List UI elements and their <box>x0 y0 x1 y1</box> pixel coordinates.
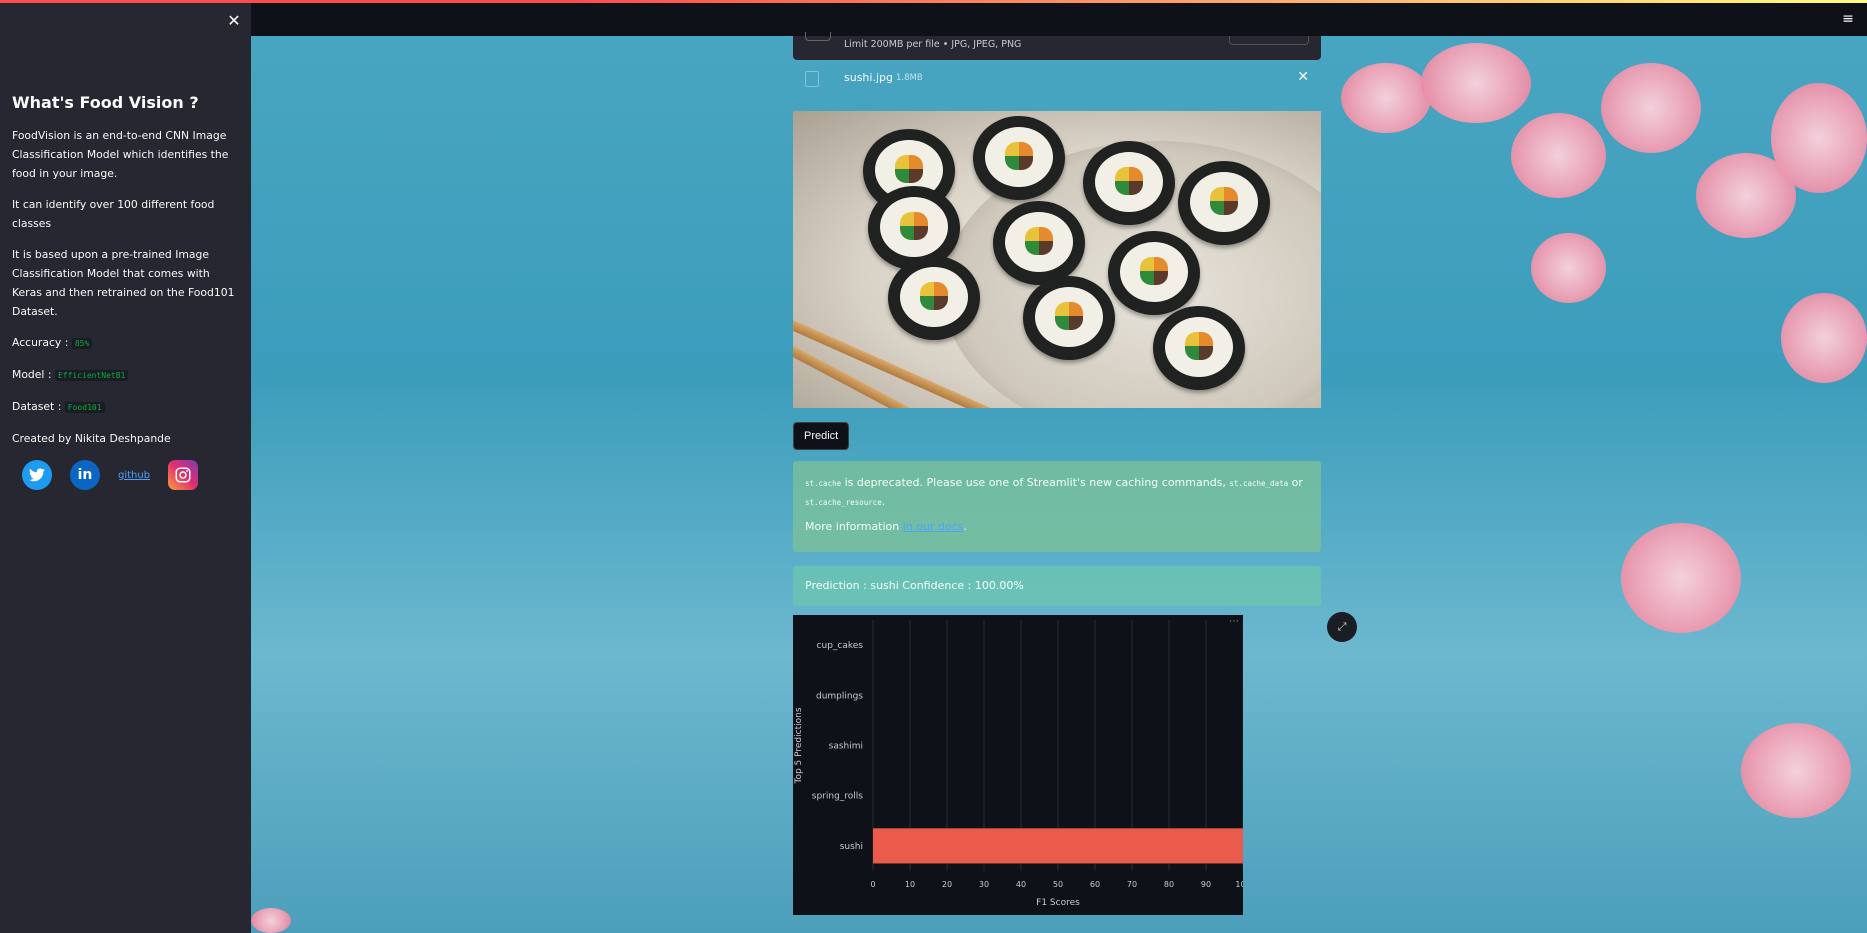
prediction-text: Prediction : sushi Confidence : 100.00% <box>805 579 1024 592</box>
warning-text-part: or <box>1288 476 1303 489</box>
more-info-end: . <box>963 520 968 533</box>
chart-svg: cup_cakes dumplings sashimi spring_rollssus… <box>794 620 1243 908</box>
file-uploader[interactable]: Limit 200MB per file • JPG, JPEG, PNG <box>793 32 1321 60</box>
tick-label: 40 <box>1016 880 1026 889</box>
file-icon <box>805 71 819 87</box>
category-label: cup_cakes <box>817 641 864 651</box>
code-st-cache-data: st.cache_data <box>1229 479 1289 488</box>
blossom-decoration <box>1421 43 1531 123</box>
uploaded-file: sushi.jpg 1.8MB ✕ <box>793 65 1321 91</box>
upload-limit-text: Limit 200MB per file • JPG, JPEG, PNG <box>844 39 1022 50</box>
predictions-chart: cup_cakes dumplings sashimi spring_rollssus… <box>793 615 1243 915</box>
warning-text: st.cache is deprecated. Please use one o… <box>805 474 1305 512</box>
code-st-cache-resource: st.cache_resource <box>805 498 882 507</box>
blossom-decoration <box>1511 113 1606 198</box>
category-label: sushi <box>840 842 863 852</box>
sidebar-title: What's Food Vision ? <box>12 93 199 112</box>
dataset-row: Dataset : Food101 <box>12 397 242 417</box>
sushi-roll-graphic <box>993 201 1085 285</box>
tick-label: 30 <box>979 880 989 889</box>
blossom-decoration <box>1781 293 1867 383</box>
remove-file-icon[interactable]: ✕ <box>1297 69 1309 85</box>
close-icon[interactable]: ✕ <box>226 13 242 29</box>
more-info-text: More information <box>805 520 903 533</box>
hamburger-menu-icon[interactable]: ≡ <box>1839 10 1857 28</box>
y-axis-title: Top 5 Predictions <box>794 707 804 784</box>
tick-label: 100 <box>1235 880 1243 889</box>
file-name: sushi.jpg <box>844 71 893 84</box>
main-area: ≡ Limit 200MB per file • JPG, JPEG, PNG … <box>251 3 1867 933</box>
expand-icon[interactable]: ⤢ <box>1327 612 1357 642</box>
sushi-roll-graphic <box>1083 141 1175 225</box>
tick-label: 50 <box>1053 880 1063 889</box>
github-icon[interactable]: github <box>118 470 150 481</box>
classes-paragraph: It can identify over 100 different food … <box>12 198 215 230</box>
blossom-decoration <box>1531 233 1606 303</box>
model-row: Model : EfficientNetB1 <box>12 365 242 385</box>
tick-label: 80 <box>1164 880 1174 889</box>
instagram-icon[interactable] <box>168 460 199 490</box>
tick-label: 90 <box>1201 880 1211 889</box>
sushi-roll-graphic <box>1108 231 1200 315</box>
description-paragraph: FoodVision is an end-to-end CNN Image Cl… <box>12 129 229 180</box>
sushi-roll-graphic <box>973 116 1065 200</box>
author-credit: Created by Nikita Deshpande <box>12 432 171 445</box>
social-links: in github <box>22 460 242 490</box>
model-info-paragraph: It is based upon a pre-trained Image Cla… <box>12 248 235 318</box>
blossom-decoration <box>1601 63 1701 153</box>
sushi-roll-graphic <box>1153 306 1245 390</box>
accuracy-label: Accuracy : <box>12 336 69 349</box>
blossom-decoration <box>1621 523 1741 633</box>
model-value: EfficientNetB1 <box>54 370 129 381</box>
tick-label: 0 <box>870 880 875 889</box>
app-header: ≡ <box>251 3 1867 36</box>
blossom-decoration <box>1771 83 1867 193</box>
tick-label: 10 <box>905 880 915 889</box>
warning-text-part: is deprecated. Please use one of Streaml… <box>841 476 1230 489</box>
blossom-decoration <box>1341 63 1431 133</box>
chart-menu-icon[interactable]: ⋯ <box>1229 616 1239 627</box>
upload-icon <box>805 32 831 41</box>
prediction-result: Prediction : sushi Confidence : 100.00% <box>793 566 1321 606</box>
bar <box>873 828 1243 864</box>
uploaded-image <box>793 111 1321 408</box>
tick-label: 20 <box>942 880 952 889</box>
sidebar: ✕ What's Food Vision ? FoodVision is an … <box>0 3 251 933</box>
browse-files-button[interactable] <box>1229 36 1309 45</box>
code-st-cache: st.cache <box>805 479 842 488</box>
category-label: sashimi <box>829 742 863 752</box>
sushi-roll-graphic <box>1178 161 1270 245</box>
dataset-label: Dataset : <box>12 400 62 413</box>
twitter-icon[interactable] <box>22 460 52 490</box>
sushi-roll-graphic <box>1023 276 1115 360</box>
docs-link[interactable]: in our docs <box>903 520 964 533</box>
predict-button[interactable]: Predict <box>793 422 850 450</box>
dataset-value: Food101 <box>64 402 105 413</box>
file-size: 1.8MB <box>896 73 923 83</box>
x-axis-title: F1 Scores <box>1036 898 1080 908</box>
linkedin-icon[interactable]: in <box>70 460 100 490</box>
sushi-roll-graphic <box>888 256 980 340</box>
tick-label: 60 <box>1090 880 1100 889</box>
more-info-line: More information in our docs. <box>805 520 967 533</box>
accuracy-row: Accuracy : 85% <box>12 333 242 353</box>
deprecation-warning: st.cache is deprecated. Please use one o… <box>793 461 1321 552</box>
tick-label: 70 <box>1127 880 1137 889</box>
model-label: Model : <box>12 368 52 381</box>
sidebar-content: What's Food Vision ? FoodVision is an en… <box>12 85 242 490</box>
accuracy-value: 85% <box>71 338 93 349</box>
warning-text-part: . <box>881 495 886 508</box>
blossom-decoration <box>251 908 291 933</box>
category-label: spring_rolls <box>812 792 864 802</box>
category-label: dumplings <box>816 691 863 701</box>
blossom-decoration <box>1741 723 1851 818</box>
